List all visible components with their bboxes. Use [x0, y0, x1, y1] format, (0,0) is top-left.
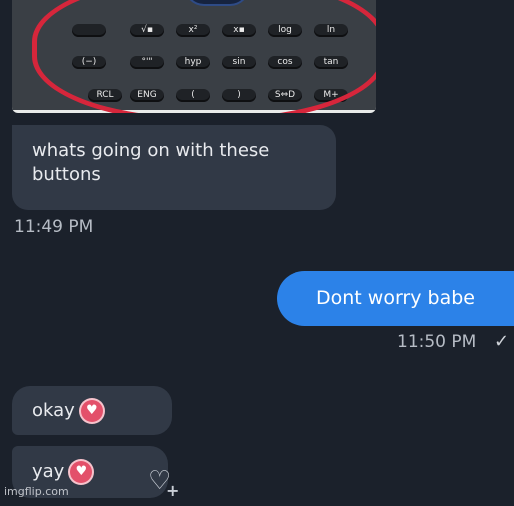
timestamp: 11:50 PM: [397, 332, 477, 352]
message-text: yay: [32, 461, 65, 482]
message-bubble-incoming[interactable]: whats going on with these buttons: [12, 125, 336, 210]
red-circle-annotation: [32, 0, 376, 113]
checkmark-icon: ✓: [494, 331, 510, 352]
message-bubble-outgoing[interactable]: Dont worry babe: [277, 271, 514, 326]
message-text: whats going on with these buttons: [32, 140, 270, 185]
timestamp: 11:49 PM: [14, 217, 94, 237]
add-reaction-icon[interactable]: ♡ +: [148, 466, 182, 500]
heart-icon: ♥: [70, 461, 93, 483]
calculator-photo[interactable]: √▪ x² x▪ log ln (−) °'" hyp sin cos tan …: [12, 0, 376, 113]
message-text: okay: [32, 400, 75, 421]
watermark: imgflip.com: [4, 485, 69, 498]
message-bubble-incoming[interactable]: okay ♥: [12, 386, 172, 435]
heart-icon: ♥: [80, 400, 103, 422]
message-text: Dont worry babe: [316, 287, 475, 309]
